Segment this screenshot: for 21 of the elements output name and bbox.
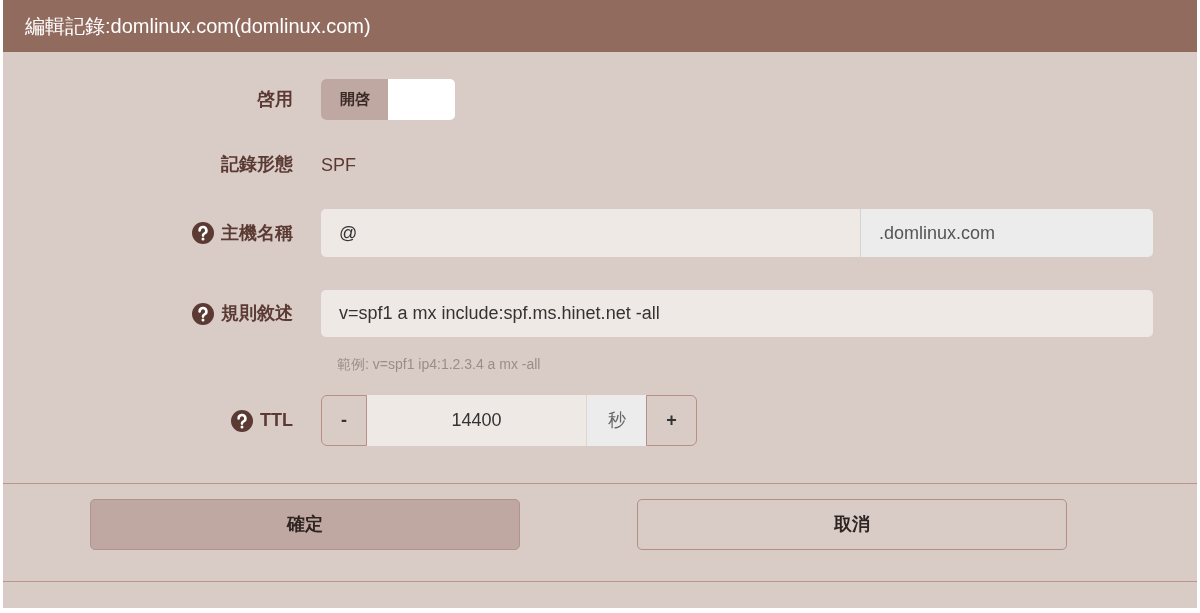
record-type-value: SPF [321, 153, 356, 177]
ttl-input[interactable]: 14400 [367, 395, 586, 446]
field-label: 啓用 [257, 88, 293, 111]
field-label: 主機名稱 [221, 221, 293, 245]
decrement-button[interactable]: - [321, 395, 367, 446]
field-label: TTL [260, 409, 293, 432]
help-icon[interactable] [192, 302, 214, 325]
field-label: 規則敘述 [221, 302, 293, 325]
help-icon[interactable] [192, 222, 214, 244]
increment-button[interactable]: + [646, 395, 697, 446]
unit-label: 秒 [586, 395, 646, 446]
toggle-switch[interactable]: 開啓 [321, 79, 455, 120]
dialog-title: 編輯記錄:domlinux.com(domlinux.com) [25, 14, 371, 39]
hint-text: 範例: v=spf1 ip4:1.2.3.4 a mx -all [337, 355, 541, 373]
confirm-button[interactable]: 確定 [90, 499, 520, 550]
cancel-button[interactable]: 取消 [637, 499, 1067, 550]
hostname-input[interactable]: @ [321, 209, 860, 257]
rule-input[interactable]: v=spf1 a mx include:spf.ms.hinet.net -all [321, 290, 1153, 337]
help-icon[interactable] [231, 409, 253, 432]
domain-suffix: .domlinux.com [860, 209, 1153, 257]
field-label: 記錄形態 [221, 153, 293, 176]
